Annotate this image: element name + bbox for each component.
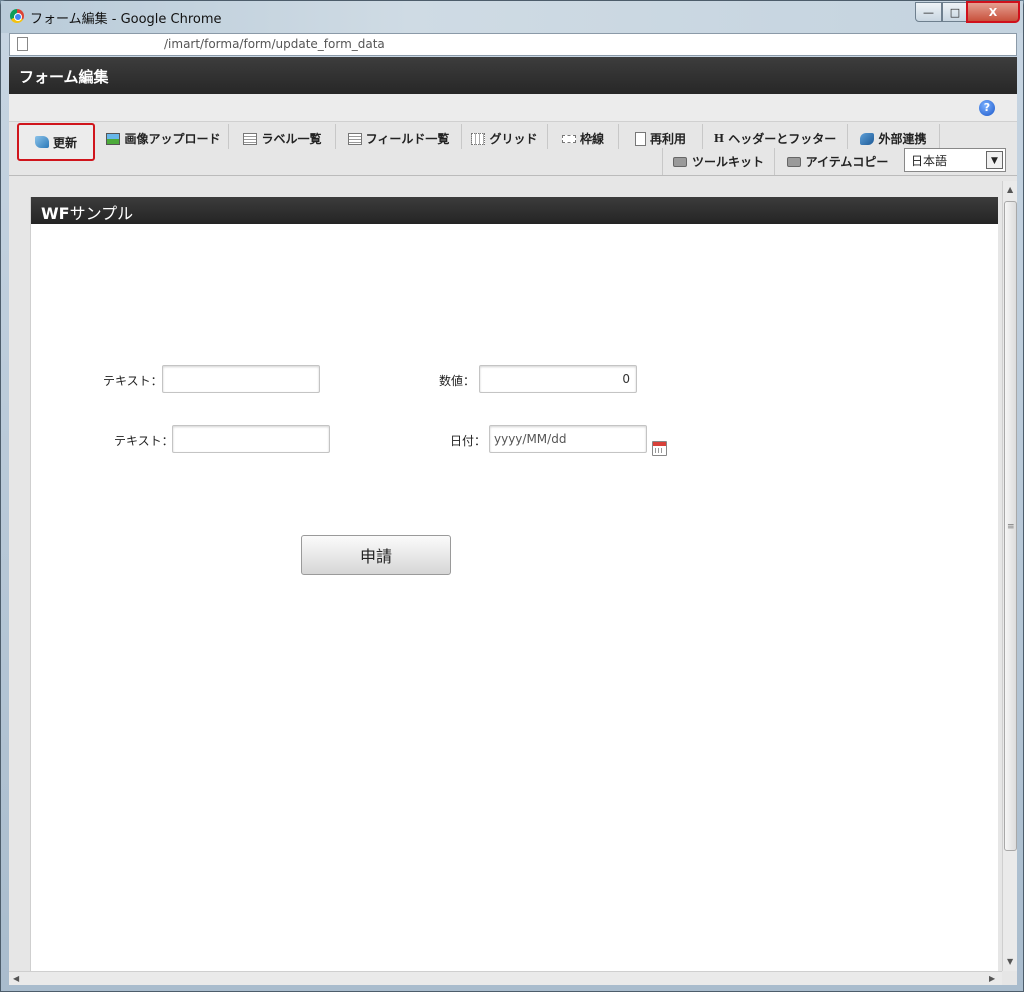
image-upload-button[interactable]: 画像アップロード (99, 124, 229, 149)
toolkit-button[interactable]: ツールキット (662, 148, 774, 175)
window-title: フォーム編集 - Google Chrome (30, 12, 222, 27)
form-panel-title: WFサンプル (31, 197, 998, 224)
item-copy-button[interactable]: アイテムコピー (774, 148, 900, 175)
form-title-suffix: サンプル (69, 204, 134, 223)
language-value: 日本語 (911, 154, 948, 168)
close-button[interactable]: X (966, 1, 1020, 23)
form-title-prefix: WF (41, 204, 70, 223)
item-copy-label: アイテムコピー (805, 155, 889, 169)
title-bar: フォーム編集 - Google Chrome — □ X (1, 1, 1023, 33)
horizontal-scrollbar[interactable]: ◀ ▶ (9, 971, 1002, 985)
grid-icon (471, 132, 486, 145)
address-bar[interactable]: /imart/forma/form/update_form_data (9, 33, 1017, 56)
form-panel: WFサンプル テキスト： 数値： 0 テキスト： 日付： yyyy/MM/dd … (30, 197, 998, 975)
field-list-button[interactable]: フィールド一覧 (336, 124, 462, 149)
reuse-label: 再利用 (649, 132, 686, 146)
vertical-scrollbar[interactable]: ▲ ≡ ▼ (1002, 181, 1017, 971)
minimize-button[interactable]: — (915, 2, 942, 22)
maximize-button[interactable]: □ (942, 2, 968, 22)
toolkit-icon (672, 156, 687, 167)
app-header-title: フォーム編集 (9, 57, 1017, 94)
browser-window: フォーム編集 - Google Chrome — □ X /imart/form… (0, 0, 1024, 992)
grid-button[interactable]: グリッド (462, 124, 548, 149)
vertical-scroll-thumb[interactable]: ≡ (1004, 201, 1017, 851)
list-icon (243, 132, 258, 145)
scroll-right-arrow-icon[interactable]: ▶ (989, 974, 995, 983)
grid-label: グリッド (489, 132, 538, 146)
header-icon: H (713, 132, 725, 145)
label-list-button[interactable]: ラベル一覧 (230, 124, 336, 149)
image-icon (106, 132, 121, 145)
scroll-down-arrow-icon[interactable]: ▼ (1007, 957, 1013, 966)
language-select[interactable]: 日本語 ▼ (904, 148, 1006, 172)
date-input[interactable]: yyyy/MM/dd (489, 425, 647, 453)
toolbar-secondary: ツールキット アイテムコピー 日本語 ▼ (9, 148, 1017, 176)
text2-label: テキスト： (114, 434, 174, 448)
border-label: 枠線 (579, 132, 604, 146)
header-footer-label: ヘッダーとフッター (728, 132, 837, 146)
label-list-label: ラベル一覧 (261, 132, 322, 146)
text1-input[interactable] (162, 365, 320, 393)
scroll-left-arrow-icon[interactable]: ◀ (13, 974, 19, 983)
reuse-button[interactable]: 再利用 (619, 124, 703, 149)
chevron-down-icon[interactable]: ▼ (986, 151, 1003, 169)
border-button[interactable]: 枠線 (548, 124, 619, 149)
number-input[interactable]: 0 (479, 365, 637, 393)
toolbar-primary: 更新 画像アップロード ラベル一覧 フィールド一覧 グリッド 枠線 再利用 H … (9, 122, 1017, 161)
toolkit-icon (786, 156, 801, 167)
text1-label: テキスト： (103, 374, 163, 388)
help-row: ? (9, 94, 1017, 122)
update-icon (34, 136, 49, 148)
toolkit-label: ツールキット (691, 155, 764, 169)
document-icon (634, 131, 646, 146)
page-icon (17, 37, 28, 51)
date-label: 日付： (450, 434, 487, 448)
image-upload-label: 画像アップロード (124, 132, 221, 146)
frame-icon (561, 134, 576, 143)
external-link-button[interactable]: 外部連携 (848, 124, 940, 149)
grip-icon: ≡ (1007, 522, 1015, 532)
header-footer-button[interactable]: H ヘッダーとフッター (703, 124, 848, 149)
external-link-label: 外部連携 (878, 132, 927, 146)
scroll-up-arrow-icon[interactable]: ▲ (1007, 185, 1013, 194)
chrome-logo-icon (10, 9, 24, 23)
field-list-label: フィールド一覧 (365, 132, 450, 146)
list-icon (347, 132, 362, 145)
help-icon[interactable]: ? (979, 100, 995, 116)
number-label: 数値： (439, 374, 476, 388)
external-link-icon (860, 132, 875, 145)
page-content: フォーム編集 ? 更新 画像アップロード ラベル一覧 フィールド一覧 グリッド … (9, 57, 1017, 985)
calendar-icon[interactable] (652, 441, 667, 456)
url-text[interactable]: /imart/forma/form/update_form_data (164, 37, 385, 51)
submit-button[interactable]: 申請 (301, 535, 451, 575)
text2-input[interactable] (172, 425, 330, 453)
